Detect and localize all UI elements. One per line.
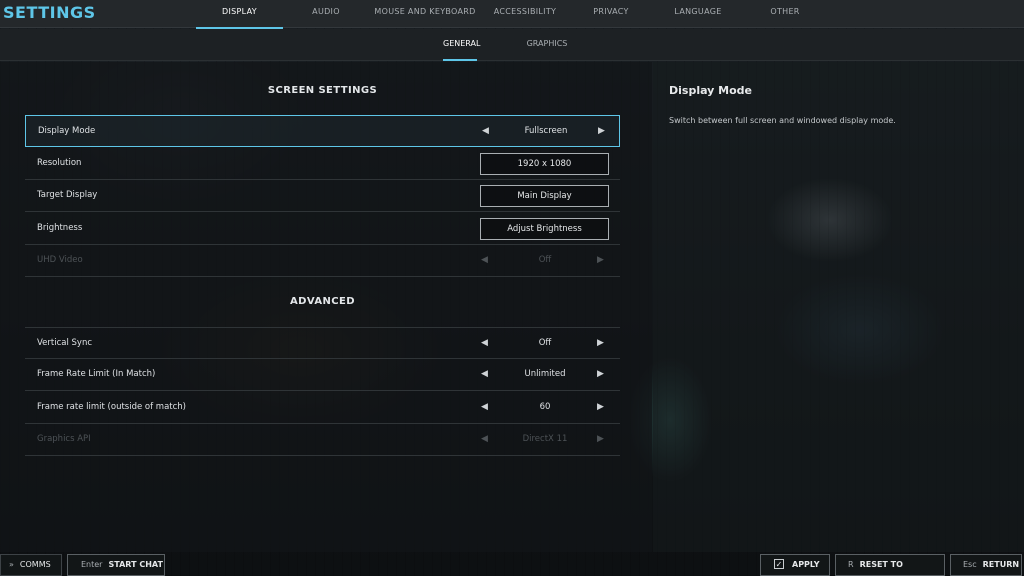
setting-label: Graphics API [37, 434, 91, 444]
apply-label: APPLY [792, 560, 820, 569]
comms-button[interactable]: » COMMS [0, 554, 62, 576]
setting-row-frame-rate-limit-outside-match[interactable]: Frame rate limit (outside of match) ◀ 60… [25, 392, 620, 424]
arrow-left-icon[interactable]: ◀ [481, 392, 488, 423]
setting-value: 60 [539, 402, 551, 412]
subtab-graphics[interactable]: GRAPHICS [522, 29, 572, 61]
setting-value: Fullscreen [524, 126, 568, 136]
arrow-left-icon[interactable]: ◀ [481, 359, 488, 390]
setting-label: Vertical Sync [37, 338, 93, 348]
arrow-left-icon[interactable]: ◀ [481, 328, 488, 359]
setting-label: Display Mode [38, 126, 96, 136]
setting-row-uhd-video: UHD Video ◀ Off ▶ [25, 245, 620, 277]
sub-navigation: GENERAL GRAPHICS [0, 29, 1024, 61]
tab-privacy[interactable]: PRIVACY [580, 0, 642, 28]
arrow-right-icon: ▶ [597, 434, 604, 444]
setting-label: Frame rate limit (outside of match) [37, 402, 186, 412]
description-title: Display Mode [669, 84, 753, 97]
arrow-right-icon[interactable]: ▶ [597, 392, 604, 423]
setting-label: Brightness [37, 223, 83, 233]
chat-key-hint: Enter [81, 560, 103, 569]
setting-value: Unlimited [524, 369, 566, 379]
setting-label: Target Display [37, 190, 98, 200]
description-text: Switch between full screen and windowed … [669, 116, 896, 125]
setting-row-vertical-sync[interactable]: Vertical Sync ◀ Off ▶ [25, 327, 620, 359]
setting-label: UHD Video [37, 255, 83, 265]
arrow-left-icon[interactable]: ◀ [482, 116, 489, 147]
setting-row-display-mode[interactable]: Display Mode ◀ Fullscreen ▶ [25, 115, 620, 147]
section-title-advanced: ADVANCED [290, 296, 355, 307]
comms-icon: » [9, 560, 14, 569]
bottom-bar: » COMMS Enter START CHAT ✓ APPLY R RESET TO … [0, 552, 1024, 576]
start-chat-button[interactable]: Enter START CHAT [67, 554, 165, 576]
tab-mouse-and-keyboard[interactable]: MOUSE AND KEYBOARD [370, 0, 480, 28]
setting-value: DirectX 11 [522, 434, 568, 444]
arrow-right-icon[interactable]: ▶ [598, 116, 605, 147]
setting-row-resolution: Resolution 1920 x 1080 [25, 148, 620, 180]
comms-label: COMMS [19, 560, 51, 569]
checkbox-icon: ✓ [774, 558, 784, 569]
target-display-button[interactable]: Main Display [480, 185, 609, 207]
page-title: SETTINGS [3, 3, 96, 22]
adjust-brightness-button[interactable]: Adjust Brightness [480, 218, 609, 240]
setting-row-frame-rate-limit-in-match[interactable]: Frame Rate Limit (In Match) ◀ Unlimited … [25, 359, 620, 391]
tab-accessibility[interactable]: ACCESSIBILITY [485, 0, 565, 28]
start-chat-label: START CHAT [108, 560, 163, 569]
tab-audio[interactable]: AUDIO [290, 0, 362, 28]
reset-label: RESET TO DEFAULT [859, 560, 903, 569]
setting-row-graphics-api: Graphics API ◀ DirectX 11 ▶ [25, 424, 620, 456]
arrow-left-icon: ◀ [481, 255, 488, 265]
arrow-right-icon: ▶ [597, 255, 604, 265]
setting-row-target-display: Target Display Main Display [25, 180, 620, 212]
reset-to-default-button[interactable]: R RESET TO DEFAULT [835, 554, 945, 576]
arrow-right-icon[interactable]: ▶ [597, 359, 604, 390]
top-navigation: SETTINGS DISPLAY AUDIO MOUSE AND KEYBOAR… [0, 0, 1024, 29]
setting-label: Resolution [37, 158, 82, 168]
setting-label: Frame Rate Limit (In Match) [37, 369, 156, 379]
return-label: RETURN [982, 560, 1020, 569]
return-key-hint: Esc [963, 560, 977, 569]
tab-display[interactable]: DISPLAY [196, 0, 283, 29]
description-panel [653, 62, 1024, 552]
arrow-right-icon[interactable]: ▶ [597, 328, 604, 359]
setting-value: Off [538, 338, 552, 348]
return-button[interactable]: Esc RETURN [950, 554, 1022, 576]
reset-key-hint: R [848, 560, 854, 569]
setting-value: Off [538, 255, 552, 265]
subtab-general[interactable]: GENERAL [443, 29, 480, 61]
apply-button[interactable]: ✓ APPLY [760, 554, 830, 576]
resolution-button[interactable]: 1920 x 1080 [480, 153, 609, 175]
arrow-left-icon: ◀ [481, 434, 488, 444]
setting-row-brightness: Brightness Adjust Brightness [25, 213, 620, 245]
tab-other[interactable]: OTHER [758, 0, 812, 28]
section-title-screen-settings: SCREEN SETTINGS [267, 85, 378, 96]
tab-language[interactable]: LANGUAGE [665, 0, 731, 28]
